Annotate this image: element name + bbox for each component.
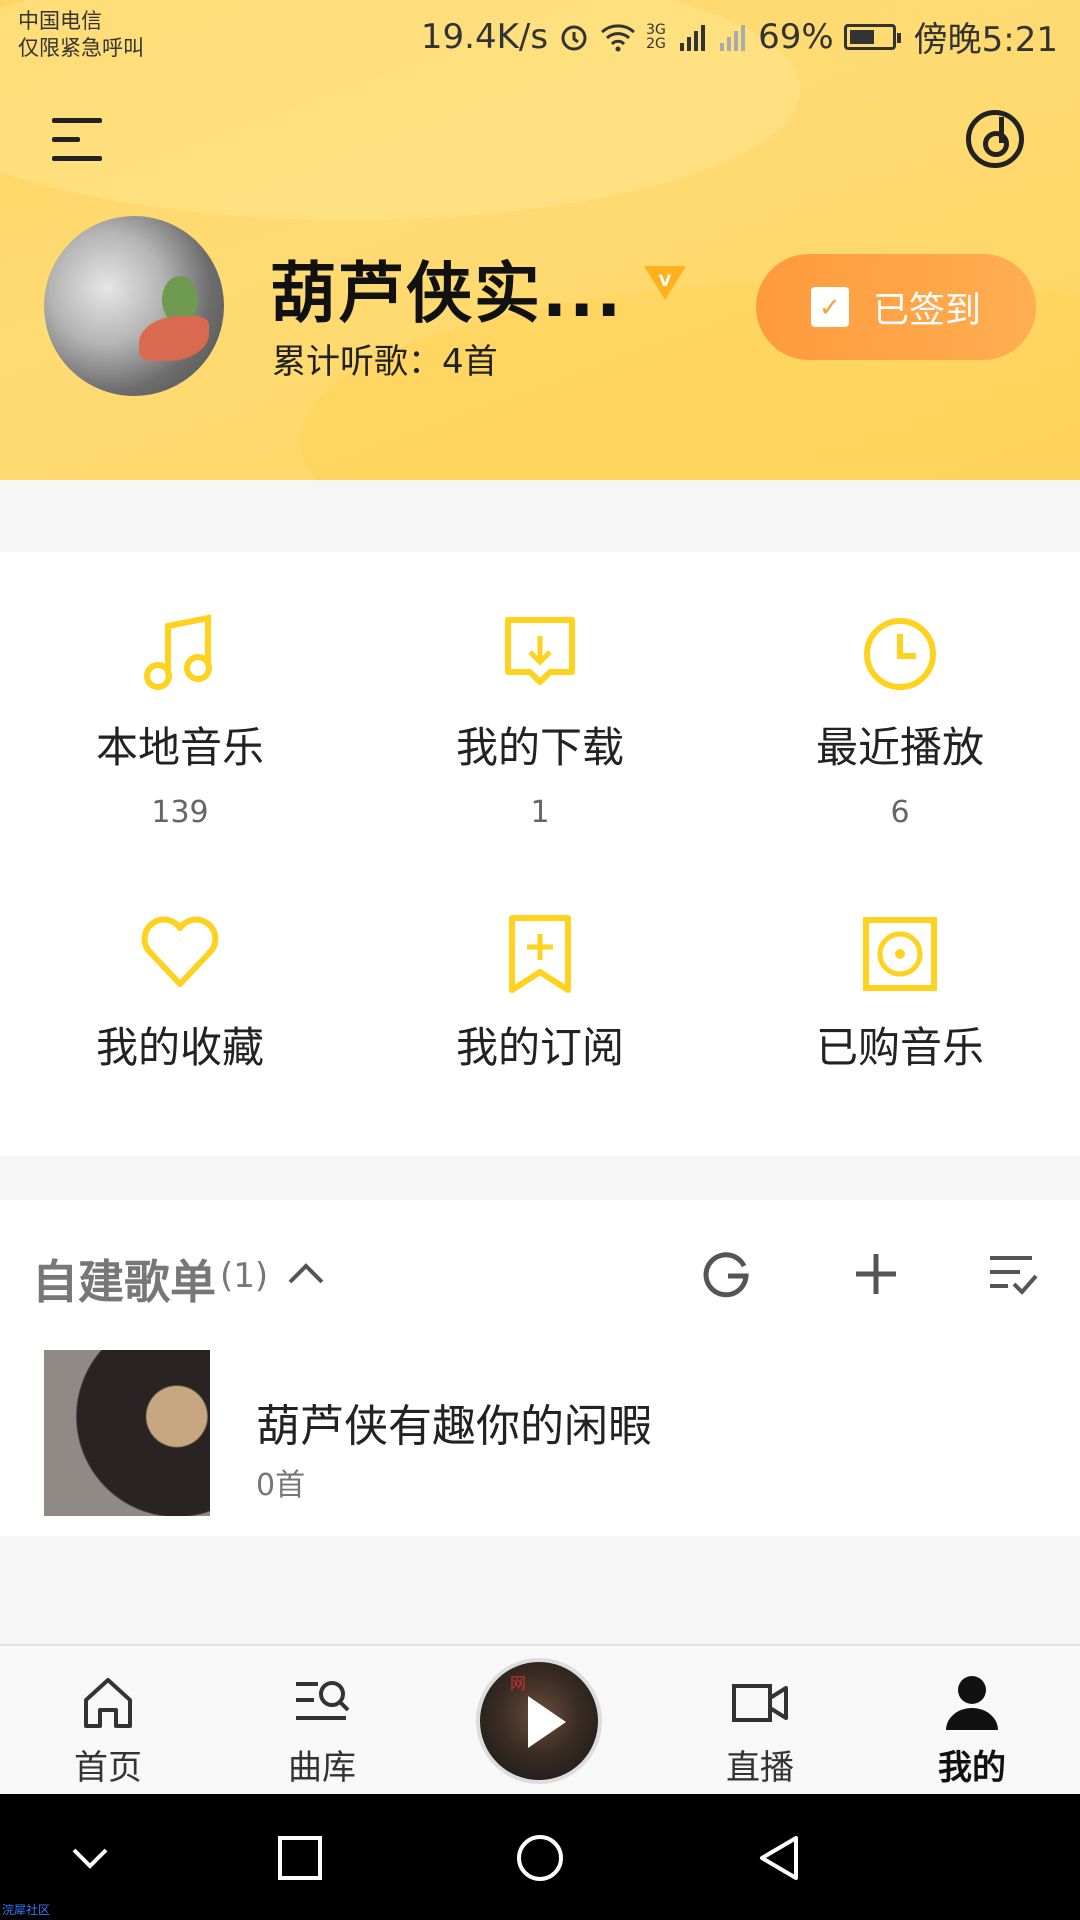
home-icon <box>84 1678 132 1728</box>
nav-home[interactable]: 首页 <box>48 1672 168 1789</box>
nav-label: 直播 <box>726 1748 794 1788</box>
carrier-status: 仅限紧急呼叫 <box>18 36 144 60</box>
system-nav-bar: 浣犀社区 <box>0 1794 1080 1920</box>
signin-label: 已签到 <box>872 290 981 331</box>
profile-header: 中国电信 仅限紧急呼叫 19.4K/s 3G 2G 69% 傍晚5:21 葫芦侠… <box>0 0 1080 480</box>
nav-label: 首页 <box>74 1748 142 1788</box>
network-type: 3G 2G <box>646 21 666 52</box>
status-bar: 中国电信 仅限紧急呼叫 19.4K/s 3G 2G 69% 傍晚5:21 <box>0 0 1080 72</box>
download-icon <box>505 617 575 685</box>
playlist-count: (1) <box>220 1256 269 1296</box>
feature-count: 6 <box>890 795 910 830</box>
battery-percent: 69% <box>758 16 834 57</box>
video-camera-icon <box>732 1684 788 1722</box>
feature-subscriptions[interactable]: 我的订阅 <box>360 912 720 1075</box>
nav-label: 我的 <box>938 1748 1006 1788</box>
menu-icon <box>52 156 102 161</box>
feature-count: 139 <box>151 795 209 830</box>
library-search-icon <box>296 1681 350 1720</box>
nav-live[interactable]: 直播 <box>700 1672 820 1789</box>
playlist-name[interactable]: 葫芦侠有趣你的闲暇 <box>256 1390 652 1454</box>
clock-icon <box>864 618 936 690</box>
status-indicators: 19.4K/s 3G 2G 69% 傍晚5:21 <box>421 12 1058 61</box>
heart-icon <box>141 916 219 987</box>
carrier-info: 中国电信 仅限紧急呼叫 <box>18 8 144 62</box>
username[interactable]: 葫芦侠实... <box>270 240 623 336</box>
feature-label: 我的订阅 <box>455 1023 624 1072</box>
menu-button[interactable] <box>52 118 102 162</box>
wifi-icon <box>601 23 636 51</box>
import-playlist-icon[interactable] <box>700 1248 752 1300</box>
nav-library[interactable]: 曲库 <box>262 1672 382 1789</box>
feature-count: 1 <box>530 795 550 830</box>
play-disc-button[interactable]: 网 <box>476 1658 602 1784</box>
playlist-cover[interactable] <box>44 1350 210 1516</box>
watermark: 浣犀社区 <box>2 1903 51 1917</box>
feature-grid: 本地音乐 139 我的下载 1 最近播放 6 我的收藏 我的订阅 已购音乐 <box>0 552 1080 1156</box>
calendar-check-icon <box>810 287 849 327</box>
playlist-section-title[interactable]: 自建歌单 <box>32 1246 216 1312</box>
avatar-leaf <box>139 316 209 361</box>
feature-label: 最近播放 <box>815 723 984 772</box>
feature-recent[interactable]: 最近播放 6 <box>720 612 1080 830</box>
feature-favorites[interactable]: 我的收藏 <box>0 912 360 1075</box>
feature-purchased[interactable]: 已购音乐 <box>720 912 1080 1075</box>
vip-badge-text: V <box>659 271 672 290</box>
disc-cover-text: 网 <box>510 1674 527 1693</box>
menu-icon <box>52 137 80 142</box>
alarm-icon <box>561 25 587 50</box>
battery-icon <box>843 23 901 50</box>
playlist-song-count: 0首 <box>256 1468 306 1503</box>
app-screen: 中国电信 仅限紧急呼叫 19.4K/s 3G 2G 69% 傍晚5:21 葫芦侠… <box>0 0 1080 1920</box>
person-icon <box>946 1676 998 1730</box>
signal-off-icon <box>720 24 746 51</box>
feature-local-music[interactable]: 本地音乐 139 <box>0 612 360 830</box>
music-recognize-button[interactable] <box>966 110 1024 168</box>
avatar[interactable] <box>44 216 224 396</box>
feature-label: 本地音乐 <box>95 723 264 772</box>
feature-label: 我的收藏 <box>95 1023 264 1072</box>
menu-icon <box>52 118 102 123</box>
vip-badge-icon[interactable]: V <box>640 262 690 302</box>
clock-time: 傍晚5:21 <box>913 20 1058 60</box>
net-speed: 19.4K/s <box>420 16 549 57</box>
feature-label: 我的下载 <box>455 723 624 772</box>
chevron-up-icon[interactable] <box>286 1258 326 1288</box>
playlist-section: 自建歌单 (1) 葫芦侠有趣你的闲暇 0首 <box>0 1200 1080 1536</box>
manage-playlist-icon[interactable] <box>986 1248 1038 1300</box>
music-note-icon <box>144 614 212 690</box>
carrier-name: 中国电信 <box>18 9 102 33</box>
chevron-down-icon[interactable] <box>66 1834 114 1882</box>
add-playlist-icon[interactable] <box>850 1248 902 1300</box>
listen-stat: 累计听歌：4首 <box>272 342 498 382</box>
home-circle-icon[interactable] <box>516 1834 564 1882</box>
nav-label: 曲库 <box>288 1748 356 1788</box>
back-triangle-icon[interactable] <box>756 1834 804 1882</box>
bookmark-add-icon <box>509 915 571 993</box>
feature-downloads[interactable]: 我的下载 1 <box>360 612 720 830</box>
recents-square-icon[interactable] <box>276 1834 324 1882</box>
feature-label: 已购音乐 <box>815 1023 984 1072</box>
signin-button[interactable]: 已签到 <box>756 254 1036 360</box>
nav-mine[interactable]: 我的 <box>912 1672 1032 1789</box>
bottom-nav: 首页 曲库 网 直播 我的 <box>0 1644 1080 1794</box>
disc-square-icon <box>863 917 937 991</box>
signal-icon <box>680 24 706 51</box>
